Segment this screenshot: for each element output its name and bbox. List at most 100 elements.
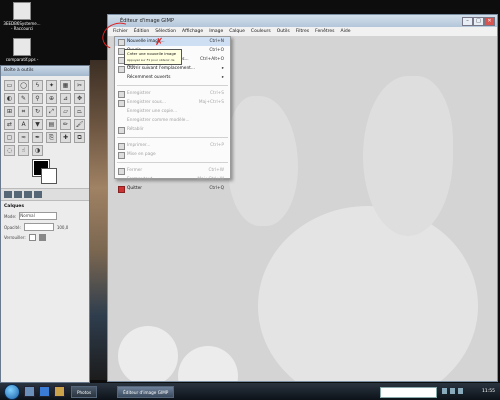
file-icon bbox=[13, 2, 31, 20]
shear-tool-icon[interactable]: ▱ bbox=[60, 106, 71, 117]
presentation-file-icon bbox=[13, 38, 31, 56]
color-select-tool-icon[interactable]: ▦ bbox=[60, 80, 71, 91]
taskbar-item-gimp[interactable]: Éditeur d'image GIMP bbox=[117, 385, 175, 398]
close-button[interactable]: ✕ bbox=[484, 17, 495, 26]
dodge-burn-tool-icon[interactable]: ◑ bbox=[32, 145, 43, 156]
menu-item-print[interactable]: Imprimer... Ctrl+P bbox=[115, 141, 230, 150]
blend-tool-icon[interactable]: ▤ bbox=[46, 119, 57, 130]
blur-tool-icon[interactable]: ◌ bbox=[4, 145, 15, 156]
tooltip-hint: Appuyez sur F1 pour obtenir de l'aide bbox=[127, 58, 175, 68]
opacity-slider[interactable] bbox=[23, 223, 54, 231]
menu-fenetres[interactable]: Fenêtres bbox=[315, 27, 334, 36]
mode-label: Mode: bbox=[4, 213, 17, 219]
fuzzy-select-tool-icon[interactable]: ✦ bbox=[46, 80, 57, 91]
desktop-icon-pps[interactable]: comparatif.pps - bbox=[0, 38, 44, 62]
taskbar: Photos Éditeur d'image GIMP 11:55 bbox=[0, 383, 500, 400]
menu-item-save-copy[interactable]: Enregistrer une copie... bbox=[115, 107, 230, 116]
menu-couleurs[interactable]: Couleurs bbox=[251, 27, 271, 36]
zoom-tool-icon[interactable]: ⊕ bbox=[46, 93, 57, 104]
heal-tool-icon[interactable]: ✚ bbox=[60, 132, 71, 143]
menu-item-close-all[interactable]: Fermer tout Maj+Ctrl+W bbox=[115, 175, 230, 184]
tooltip: Créer une nouvelle image Appuyez sur F1 … bbox=[124, 49, 182, 68]
desktop-icon-shortcut[interactable]: 3EEDB6Systeme... - Raccourci bbox=[0, 2, 44, 31]
free-select-tool-icon[interactable]: ϟ bbox=[32, 80, 43, 91]
clock[interactable]: 11:55 bbox=[482, 383, 495, 400]
menu-image[interactable]: Image bbox=[209, 27, 223, 36]
paths-tab-icon[interactable] bbox=[24, 191, 32, 198]
menu-separator bbox=[117, 162, 228, 163]
volume-icon[interactable] bbox=[450, 388, 455, 394]
bucket-fill-tool-icon[interactable]: ▼ bbox=[32, 119, 43, 130]
lock-checkbox[interactable] bbox=[28, 234, 36, 241]
tray-app-icon[interactable] bbox=[458, 388, 463, 394]
menu-affichage[interactable]: Affichage bbox=[182, 27, 203, 36]
gimp-titlebar[interactable]: Éditeur d'image GIMP – □ ✕ bbox=[108, 15, 497, 27]
crop-tool-icon[interactable]: ⌗ bbox=[18, 106, 29, 117]
menu-item-save-as[interactable]: Enregistrer sous... Maj+Ctrl+S bbox=[115, 98, 230, 107]
ink-tool-icon[interactable]: ✒ bbox=[32, 132, 43, 143]
perspective-clone-tool-icon[interactable]: ⧉ bbox=[74, 132, 85, 143]
submenu-arrow-icon: ▸ bbox=[221, 75, 224, 80]
lock-alpha-icon[interactable] bbox=[38, 234, 46, 241]
menu-selection[interactable]: Sélection bbox=[155, 27, 176, 36]
layers-tab-icon[interactable] bbox=[4, 191, 12, 198]
lock-label: Verrouiller: bbox=[4, 235, 26, 240]
menu-calque[interactable]: Calque bbox=[229, 27, 245, 36]
show-desktop-icon[interactable] bbox=[24, 386, 35, 397]
move-tool-icon[interactable]: ✥ bbox=[74, 93, 85, 104]
close-doc-icon bbox=[118, 168, 125, 175]
clone-tool-icon[interactable]: ⎘ bbox=[46, 132, 57, 143]
menu-item-save[interactable]: Enregistrer Ctrl+S bbox=[115, 89, 230, 98]
pencil-tool-icon[interactable]: ✏ bbox=[60, 119, 71, 130]
rect-select-tool-icon[interactable]: ▭ bbox=[4, 80, 15, 91]
menu-item-quit[interactable]: Quitter Ctrl+Q bbox=[115, 184, 230, 193]
wilber-ear-right-icon bbox=[363, 76, 453, 236]
menu-item-recent[interactable]: Récemment ouverts ▸ bbox=[115, 73, 230, 82]
globe-icon bbox=[118, 66, 125, 73]
ie-icon[interactable] bbox=[39, 386, 50, 397]
minimize-button[interactable]: – bbox=[462, 17, 473, 26]
paintbrush-tool-icon[interactable]: 🖌 bbox=[74, 119, 85, 130]
taskbar-item-photos[interactable]: Photos bbox=[71, 385, 98, 398]
menu-item-revert[interactable]: Rétablir bbox=[115, 125, 230, 134]
taskbar-search-input[interactable] bbox=[380, 387, 437, 398]
maximize-button[interactable]: □ bbox=[473, 17, 484, 26]
mode-select[interactable]: Normal bbox=[19, 212, 58, 220]
align-tool-icon[interactable]: ⊞ bbox=[4, 106, 15, 117]
network-icon[interactable] bbox=[442, 388, 447, 394]
menu-item-save-template[interactable]: Enregistrer comme modèle... bbox=[115, 116, 230, 125]
measure-tool-icon[interactable]: ⊿ bbox=[60, 93, 71, 104]
menu-separator bbox=[117, 137, 228, 138]
folder-icon[interactable] bbox=[54, 386, 65, 397]
menu-edition[interactable]: Édition bbox=[134, 27, 150, 36]
undo-tab-icon[interactable] bbox=[34, 191, 42, 198]
start-button-icon[interactable] bbox=[4, 383, 20, 400]
color-picker-tool-icon[interactable]: ⚲ bbox=[32, 93, 43, 104]
toolbox-window: Boîte à outils ▭ ◯ ϟ ✦ ▦ ✂ ◐ ✎ ⚲ ⊕ ⊿ ✥ ⊞… bbox=[0, 65, 90, 383]
smudge-tool-icon[interactable]: ☝ bbox=[18, 145, 29, 156]
wilber-ear-left-icon bbox=[228, 96, 298, 226]
text-tool-icon[interactable]: A bbox=[18, 119, 29, 130]
menu-item-page-setup[interactable]: Mise en page bbox=[115, 150, 230, 159]
ellipse-select-tool-icon[interactable]: ◯ bbox=[18, 80, 29, 91]
foreground-select-tool-icon[interactable]: ◐ bbox=[4, 93, 15, 104]
airbrush-tool-icon[interactable]: ≈ bbox=[18, 132, 29, 143]
perspective-tool-icon[interactable]: ⏢ bbox=[74, 106, 85, 117]
scissors-tool-icon[interactable]: ✂ bbox=[74, 80, 85, 91]
menu-aide[interactable]: Aide bbox=[341, 27, 351, 36]
toolbox-title[interactable]: Boîte à outils bbox=[1, 66, 89, 76]
eraser-tool-icon[interactable]: ▢ bbox=[4, 132, 15, 143]
flip-tool-icon[interactable]: ⇄ bbox=[4, 119, 15, 130]
save-as-icon bbox=[118, 100, 125, 107]
channels-tab-icon[interactable] bbox=[14, 191, 22, 198]
wilber-eye-right-icon bbox=[178, 346, 238, 381]
rotate-tool-icon[interactable]: ↻ bbox=[32, 106, 43, 117]
color-selector[interactable] bbox=[32, 159, 89, 188]
opacity-value[interactable]: 100,0 bbox=[57, 225, 68, 230]
menu-filtres[interactable]: Filtres bbox=[296, 27, 309, 36]
menu-item-close[interactable]: Fermer Ctrl+W bbox=[115, 166, 230, 175]
menu-outils[interactable]: Outils bbox=[277, 27, 290, 36]
background-color-swatch[interactable] bbox=[41, 168, 57, 184]
scale-tool-icon[interactable]: ⤢ bbox=[46, 106, 57, 117]
paths-tool-icon[interactable]: ✎ bbox=[18, 93, 29, 104]
